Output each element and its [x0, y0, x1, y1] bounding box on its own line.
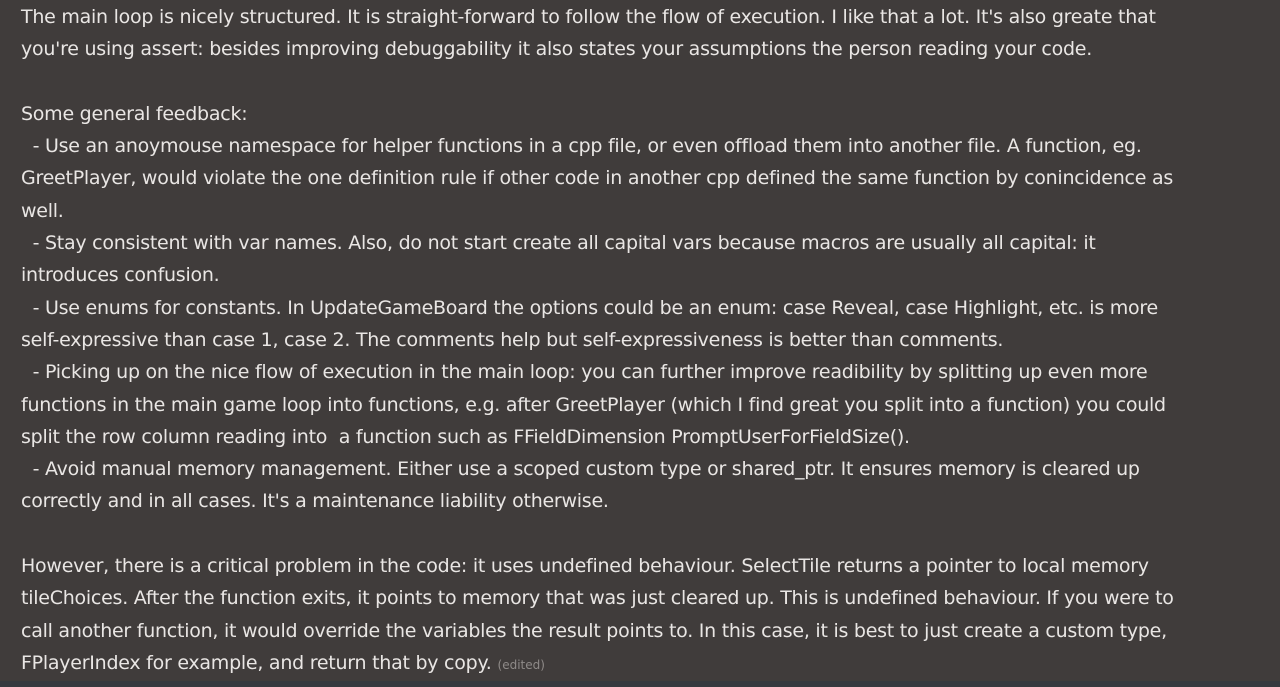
message-line: - Picking up on the nice flow of executi…: [21, 361, 1148, 384]
message-line: However, there is a critical problem in …: [21, 555, 1149, 578]
message-line: The main loop is nicely structured. It i…: [21, 6, 1156, 28]
message-line: GreetPlayer, would violate the one defin…: [21, 167, 1173, 190]
message-content: The main loop is nicely structured. It i…: [21, 1, 1280, 679]
edited-indicator: (edited): [497, 657, 545, 672]
message-line: well.: [21, 199, 64, 222]
message-line: - Use enums for constants. In UpdateGame…: [21, 296, 1159, 319]
message-line: - Avoid manual memory management. Either…: [21, 458, 1140, 481]
message-line: - Stay consistent with var names. Also, …: [21, 232, 1096, 255]
message-line: functions in the main game loop into fun…: [21, 393, 1166, 416]
bottom-divider: [0, 681, 1280, 687]
message-line: [21, 66, 1280, 98]
message-line: introduces confusion.: [21, 264, 220, 287]
message-line: correctly and in all cases. It's a maint…: [21, 490, 609, 513]
message-line: tileChoices. After the function exits, i…: [21, 587, 1174, 610]
message-line: you're using assert: besides improving d…: [21, 38, 1093, 61]
message-line: Some general feedback:: [21, 102, 248, 125]
message-last-line: FPlayerIndex for example, and return tha…: [21, 647, 1280, 679]
message-line: - Use an anoymouse namespace for helper …: [21, 135, 1142, 158]
message-line: call another function, it would override…: [21, 619, 1167, 642]
message-line: self-expressive than case 1, case 2. The…: [21, 328, 1004, 351]
message-line: [21, 518, 1280, 550]
message-line: split the row column reading into a func…: [21, 425, 910, 448]
message-line: FPlayerIndex for example, and return tha…: [21, 651, 492, 674]
